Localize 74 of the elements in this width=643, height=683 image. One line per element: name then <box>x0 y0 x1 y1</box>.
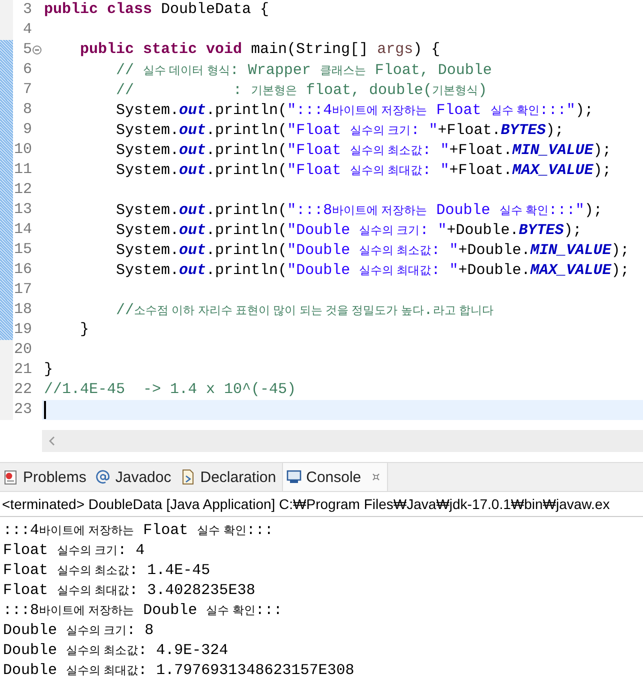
change-marker <box>0 300 13 320</box>
change-marker <box>0 100 13 120</box>
line-number: 17 <box>14 281 32 299</box>
problems-icon <box>3 469 19 485</box>
horizontal-scrollbar[interactable] <box>42 430 643 452</box>
code-line: public static void main(String[] args) { <box>79 41 440 59</box>
change-marker <box>0 120 13 140</box>
code-line: public class DoubleData { <box>44 1 270 19</box>
view-tab[interactable]: Javadoc <box>92 463 178 491</box>
text-cursor <box>44 401 46 419</box>
code-line: System.out.println(":::4바이트에 저장하는 Float 실수 확인:::"); <box>115 100 594 120</box>
console-output-line: :::8바이트에 저장하는 Double 실수 확인::: <box>3 601 284 620</box>
code-line: // : 기본형은 float, double(기본형식) <box>115 80 488 100</box>
code-line: } <box>44 361 54 379</box>
change-marker <box>0 280 13 300</box>
change-marker <box>0 140 13 160</box>
change-marker <box>0 240 13 260</box>
console-output-line: Float 실수의 크기: 4 <box>3 541 146 560</box>
close-icon[interactable] <box>371 472 382 482</box>
console-output-line: :::4바이트에 저장하는 Float 실수 확인::: <box>3 521 274 540</box>
change-marker <box>0 180 13 200</box>
line-number: 4 <box>22 21 32 39</box>
console-output-line: Double 실수의 크기: 8 <box>3 621 155 640</box>
code-line: //소수점 이하 자리수 표현이 많이 되는 것을 정밀도가 높다.라고 합니다 <box>115 300 494 320</box>
change-marker <box>0 80 13 100</box>
code-line: //1.4E-45 -> 1.4 x 10^(-45) <box>44 381 296 399</box>
code-line: System.out.println("Double 실수의 최소값: "+Double.MIN_VALUE); <box>115 240 630 260</box>
line-number: 19 <box>14 321 32 339</box>
line-number: 16 <box>14 261 32 279</box>
change-marker <box>0 160 13 180</box>
change-marker <box>0 200 13 220</box>
line-number: 10 <box>14 141 32 159</box>
line-number: 11 <box>14 161 32 179</box>
line-number: 5 <box>22 41 32 59</box>
code-line: System.out.println("Float 실수의 최대값: "+Float.MAX_VALUE); <box>115 160 612 180</box>
line-number: 20 <box>14 341 32 359</box>
view-tab[interactable]: Console <box>282 463 388 491</box>
line-number: 14 <box>14 221 32 239</box>
code-line: System.out.println("Float 실수의 최소값: "+Float.MIN_VALUE); <box>115 140 612 160</box>
at-sign-icon <box>95 469 112 485</box>
monitor-icon <box>286 469 302 485</box>
line-number: 9 <box>22 121 32 139</box>
line-number: 3 <box>22 1 32 19</box>
code-line: // 실수 데이터 형식: Wrapper 클래스는 Float, Double <box>115 60 492 80</box>
code-line: System.out.println("Float 실수의 크기: "+Float.BYTES); <box>115 120 564 140</box>
line-number: 22 <box>14 381 32 399</box>
line-number: 18 <box>14 301 32 319</box>
console-output-line: Float 실수의 최소값: 1.4E-45 <box>3 561 212 580</box>
console-output-line: Double 실수의 최대값: 1.7976931348623157E308 <box>3 661 356 680</box>
code-line: } <box>79 321 90 339</box>
line-number: 7 <box>22 81 32 99</box>
code-line: System.out.println("Double 실수의 최대값: "+Double.MAX_VALUE); <box>115 260 630 280</box>
collapse-icon[interactable] <box>32 45 42 55</box>
change-marker <box>0 320 13 340</box>
document-icon <box>180 469 196 485</box>
line-number: 6 <box>22 61 32 79</box>
change-marker <box>0 40 13 60</box>
line-number: 8 <box>22 101 32 119</box>
console-header: <terminated> DoubleData [Java Application] C:₩Program Files₩Java₩jdk-17.0.1₩bin₩javaw.ex <box>2 496 610 512</box>
view-tab[interactable]: Declaration <box>177 463 282 491</box>
line-number: 12 <box>14 181 32 199</box>
line-number: 13 <box>14 201 32 219</box>
change-marker <box>0 60 13 80</box>
change-marker <box>0 260 13 280</box>
console-output-line: Double 실수의 최소값: 4.9E-324 <box>3 641 230 660</box>
line-number: 15 <box>14 241 32 259</box>
view-tab[interactable]: Problems <box>0 463 92 491</box>
console-output-line: Float 실수의 최대값: 3.4028235E38 <box>3 581 256 600</box>
line-number: 23 <box>14 401 32 419</box>
code-line: System.out.println("Double 실수의 크기: "+Double.BYTES); <box>115 220 582 240</box>
change-marker <box>0 220 13 240</box>
line-number: 21 <box>14 361 32 379</box>
scroll-left-icon[interactable] <box>48 436 56 446</box>
code-line: System.out.println(":::8바이트에 저장하는 Double 실수 확인:::"); <box>115 200 602 220</box>
